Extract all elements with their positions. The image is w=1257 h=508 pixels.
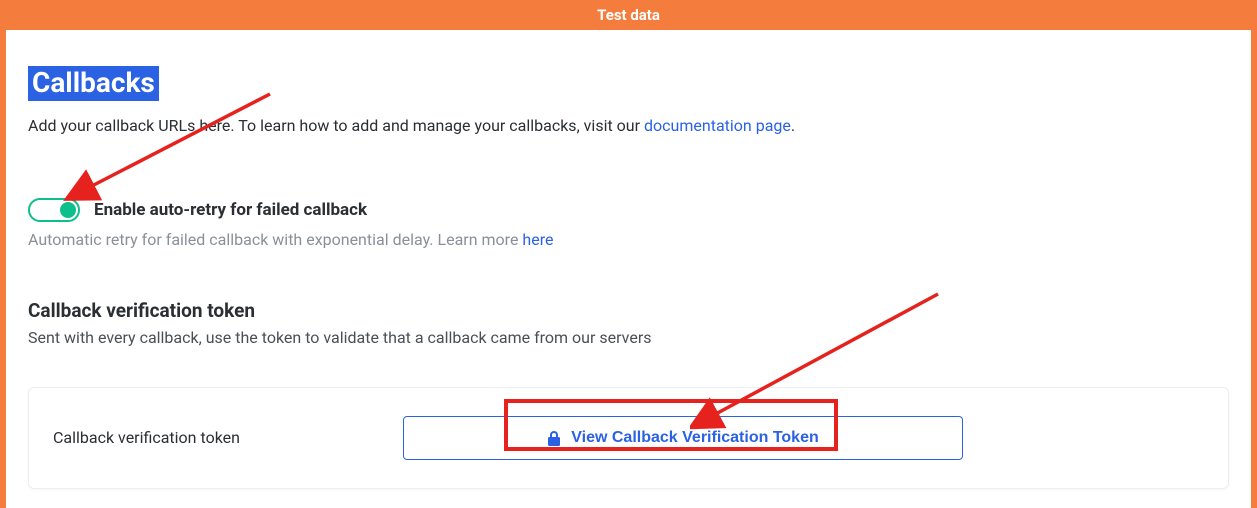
callbacks-title: Callbacks <box>28 66 159 101</box>
header-title: Test data <box>597 6 660 24</box>
view-token-button-label: View Callback Verification Token <box>571 429 819 447</box>
auto-retry-desc-pre: Automatic retry for failed callback with… <box>28 230 522 249</box>
auto-retry-toggle[interactable] <box>28 198 80 222</box>
documentation-link[interactable]: documentation page <box>644 116 791 135</box>
content: Callbacks Add your callback URLs here. T… <box>0 30 1257 508</box>
auto-retry-description: Automatic retry for failed callback with… <box>28 230 1229 249</box>
token-card: Callback verification token View Callbac… <box>28 387 1229 489</box>
callbacks-intro: Add your callback URLs here. To learn ho… <box>28 115 1229 137</box>
token-heading: Callback verification token <box>28 299 1229 322</box>
auto-retry-learn-more-link[interactable]: here <box>522 230 553 249</box>
callbacks-intro-post: . <box>791 116 795 135</box>
token-subheading: Sent with every callback, use the token … <box>28 328 1229 347</box>
page: Test data Callbacks Add your callback UR… <box>0 0 1257 508</box>
auto-retry-row: Enable auto-retry for failed callback <box>28 198 1229 222</box>
header-bar: Test data <box>0 0 1257 30</box>
view-token-button[interactable]: View Callback Verification Token <box>403 416 963 460</box>
token-section: Callback verification token Sent with ev… <box>28 299 1229 489</box>
auto-retry-label: Enable auto-retry for failed callback <box>94 200 367 220</box>
lock-icon <box>547 430 561 446</box>
toggle-knob <box>60 202 76 218</box>
token-field-label: Callback verification token <box>53 428 403 447</box>
callbacks-intro-pre: Add your callback URLs here. To learn ho… <box>28 116 644 135</box>
